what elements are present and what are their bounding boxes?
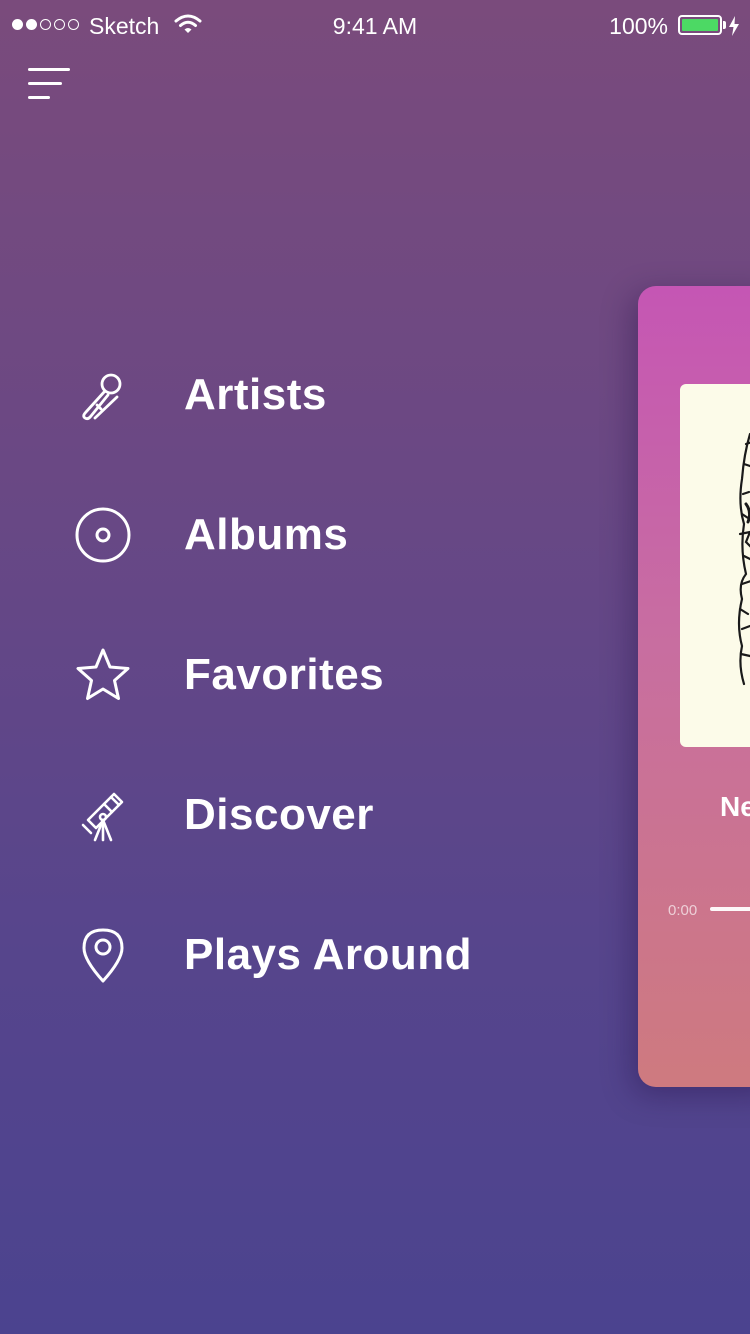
nav-label-albums: Albums — [184, 510, 349, 559]
nav-item-favorites[interactable]: Favorites — [74, 640, 514, 710]
charging-bolt-icon — [728, 15, 740, 42]
nav-item-plays-around[interactable]: Plays Around — [74, 920, 514, 990]
nav-label-plays-around: Plays Around — [184, 930, 472, 979]
hamburger-menu-line-2 — [28, 82, 62, 85]
progress-bar[interactable] — [710, 907, 750, 911]
album-art — [680, 384, 750, 747]
battery-icon — [678, 15, 722, 35]
telescope-icon — [74, 786, 132, 844]
battery-cap — [723, 21, 726, 29]
nav-item-albums[interactable]: Albums — [74, 500, 514, 570]
nav-item-artists[interactable]: Artists — [74, 360, 514, 430]
nav-label-favorites: Favorites — [184, 650, 385, 699]
nav-label-discover: Discover — [184, 790, 374, 839]
location-pin-icon — [74, 926, 132, 984]
now-playing-card[interactable]: Ne 0:00 — [638, 286, 750, 1087]
disc-icon — [74, 506, 132, 564]
hamburger-menu-line-3 — [28, 96, 50, 99]
elapsed-time: 0:00 — [668, 902, 698, 919]
hamburger-menu-icon — [28, 68, 70, 71]
status-bar: Sketch 9:41 AM 100% — [0, 0, 750, 54]
battery-percentage: 100% — [609, 13, 668, 39]
menu-button[interactable] — [28, 66, 72, 102]
track-title: Ne — [720, 791, 750, 822]
nav-label-artists: Artists — [184, 370, 327, 419]
star-icon — [74, 646, 132, 704]
nav-item-discover[interactable]: Discover — [74, 780, 514, 850]
microphone-icon — [74, 366, 132, 424]
